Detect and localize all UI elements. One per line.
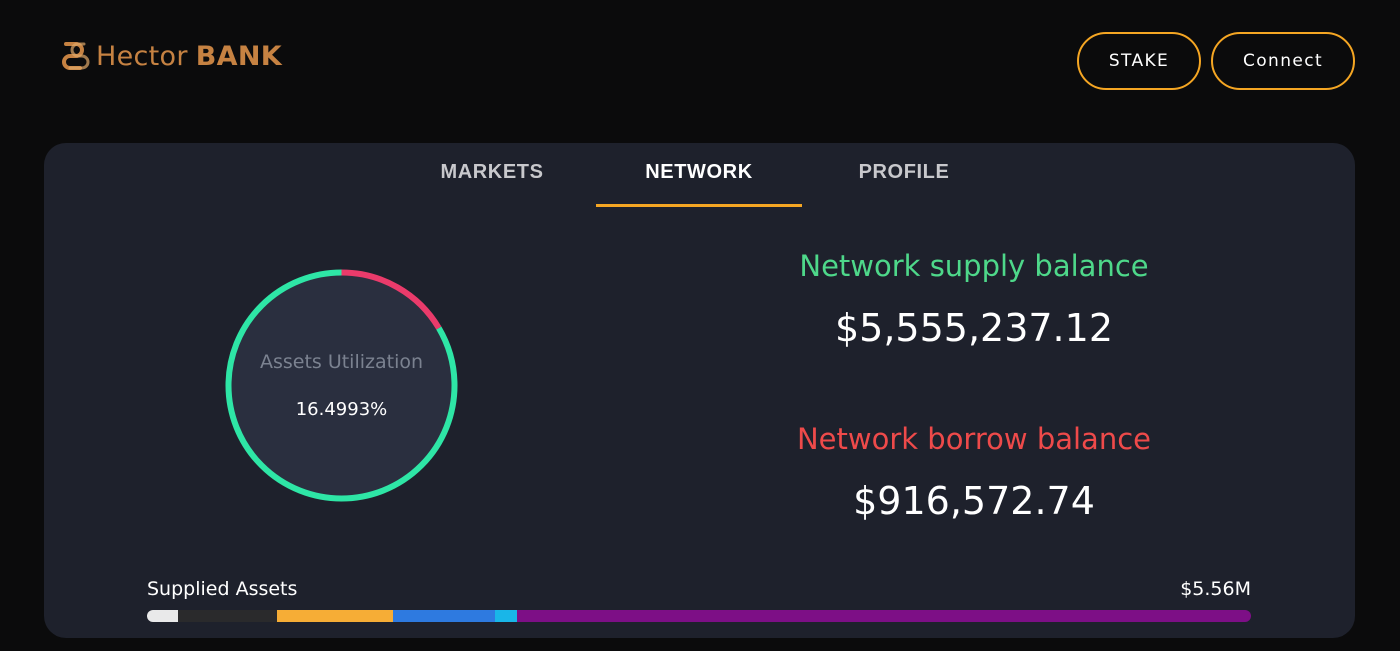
tab-network-label: NETWORK (645, 161, 753, 183)
supplied-assets-bar[interactable] (147, 610, 1251, 622)
tab-markets[interactable]: MARKETS (424, 161, 560, 207)
utilization-gauge: Assets Utilization 16.4993% (219, 263, 464, 508)
supply-balance-value: $5,555,237.12 (834, 306, 1113, 350)
brand-name: Hector BANK (96, 41, 282, 72)
network-panel: MARKETS NETWORK PROFILE Assets Utilizati… (44, 143, 1355, 638)
borrow-balance-title: Network borrow balance (796, 422, 1151, 456)
connect-button[interactable]: Connect (1211, 32, 1355, 90)
asset-segment[interactable] (494, 610, 517, 622)
asset-segment[interactable] (177, 610, 278, 622)
asset-segment[interactable] (147, 610, 178, 622)
supplied-assets-label: Supplied Assets (147, 578, 298, 600)
brand-name-bold: BANK (195, 40, 282, 72)
stake-button[interactable]: STAKE (1077, 32, 1201, 90)
supply-balance-title: Network supply balance (799, 249, 1149, 283)
tab-bar: MARKETS NETWORK PROFILE (44, 143, 1355, 207)
asset-segment[interactable] (277, 610, 394, 622)
tab-network[interactable]: NETWORK (596, 161, 802, 207)
borrow-balance-value: $916,572.74 (853, 479, 1095, 523)
hector-logo-icon (62, 42, 90, 70)
utilization-value: 16.4993% (295, 399, 388, 420)
asset-segment[interactable] (393, 610, 495, 622)
supplied-assets-total: $5.56M (1180, 578, 1251, 600)
utilization-ring (225, 269, 458, 502)
utilization-label: Assets Utilization (259, 351, 424, 373)
asset-segment[interactable] (516, 610, 1251, 622)
brand-logo[interactable]: Hector BANK (60, 40, 282, 72)
tab-profile[interactable]: PROFILE (834, 161, 974, 207)
top-header: Hector BANK STAKE Connect (0, 0, 1400, 120)
brand-name-light: Hector (96, 40, 188, 72)
active-tab-indicator (596, 204, 802, 207)
